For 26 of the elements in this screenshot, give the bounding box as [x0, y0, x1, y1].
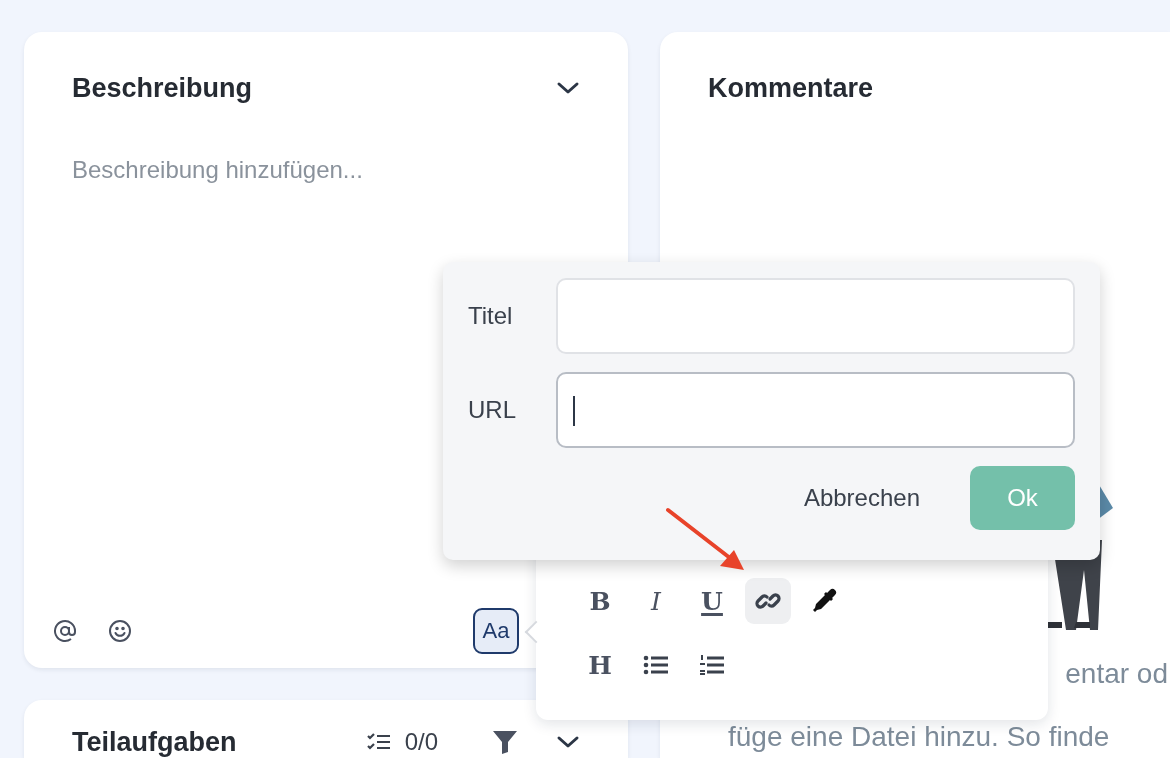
numbered-list-icon [699, 654, 725, 676]
emoji-icon[interactable] [108, 619, 132, 644]
cancel-button[interactable]: Abbrechen [803, 480, 920, 516]
color-picker-icon [811, 588, 837, 614]
comments-title: Kommentare [708, 72, 875, 105]
underline-button[interactable]: U [689, 578, 735, 624]
mention-icon[interactable] [53, 619, 77, 644]
filter-icon[interactable] [492, 729, 518, 756]
bold-button[interactable]: B [577, 578, 623, 624]
comments-hint-text: füge eine Datei hinzu. So finde [728, 723, 1111, 751]
italic-button[interactable]: I [633, 578, 679, 624]
text-input-field[interactable] [556, 372, 1075, 448]
text-format-button[interactable]: Aa [473, 608, 519, 655]
bullet-list-icon [643, 654, 669, 676]
subtask-count: 0/0 [404, 728, 438, 757]
field-label: Titel [468, 302, 514, 330]
text-input-field[interactable] [556, 278, 1075, 354]
chevron-down-icon[interactable] [556, 735, 580, 750]
field-label: URL [468, 396, 517, 424]
link-button[interactable] [745, 578, 791, 624]
heading-button[interactable]: H [577, 642, 623, 688]
subtasks-title: Teilaufgaben [72, 726, 237, 758]
comments-hint-text: entar od [1064, 660, 1168, 688]
chevron-down-icon[interactable] [556, 81, 580, 96]
description-title: Beschreibung [72, 72, 253, 105]
text-cursor [573, 396, 575, 426]
